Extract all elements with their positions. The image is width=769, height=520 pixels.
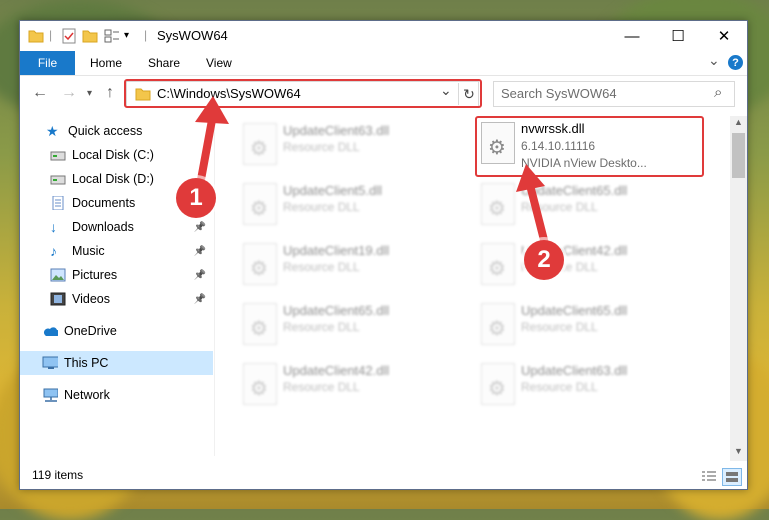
arrow-2 (516, 164, 548, 244)
annotation-arrows (195, 96, 548, 244)
arrow-1 (195, 96, 229, 189)
step-2-badge: 2 (524, 240, 564, 280)
step-1-badge: 1 (176, 178, 216, 218)
